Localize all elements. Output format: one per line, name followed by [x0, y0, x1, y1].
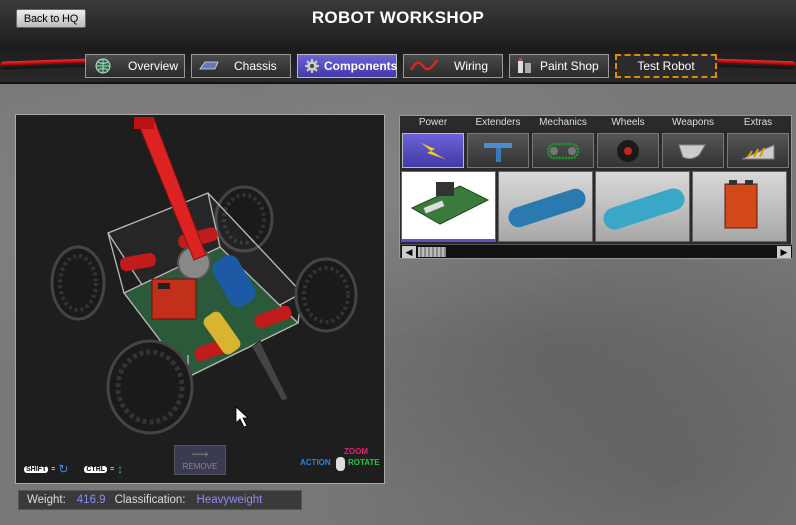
shift-key-badge: SHIFT — [24, 465, 49, 473]
wedge-icon — [727, 133, 789, 168]
parts-list — [401, 171, 792, 242]
classification-value: Heavyweight — [196, 494, 263, 506]
action-hint: ACTION — [300, 458, 331, 467]
category-weapons-label: Weapons — [671, 117, 715, 128]
scroll-thumb[interactable] — [418, 247, 446, 257]
tab-paint-shop-label: Paint Shop — [540, 59, 599, 73]
robot-stats-bar: Weight: 416.9 Classification: Heavyweigh… — [18, 490, 302, 510]
circuit-board-icon — [410, 182, 490, 225]
part-circuit-board[interactable] — [401, 171, 496, 242]
left-cable — [0, 58, 96, 70]
category-weapons[interactable]: Weapons — [661, 116, 725, 170]
ctrl-equals: = — [110, 465, 115, 473]
tab-wiring-label: Wiring — [454, 59, 489, 73]
tab-overview-label: Overview — [128, 59, 179, 73]
part-blue-air-tank[interactable] — [498, 171, 593, 242]
test-robot-label: Test Robot — [637, 59, 695, 73]
robot-3d-viewport[interactable]: ⟿ REMOVE SHIFT = ↻ CTRL = ↕ ZOOM ACTION … — [15, 114, 385, 484]
move-hint-icon: ↕ — [117, 462, 124, 476]
battery-icon — [724, 180, 758, 229]
category-power[interactable]: Power — [401, 116, 465, 170]
lightning-icon — [402, 133, 464, 168]
tab-components-label: Components — [324, 59, 398, 73]
chassis-icon — [198, 58, 220, 74]
parts-panel: Power Extenders Mechanics Wheels Weapons… — [399, 115, 792, 259]
part-co2-tank[interactable] — [595, 171, 690, 242]
category-extenders[interactable]: Extenders — [466, 116, 530, 170]
rotate-hint: ROTATE — [348, 458, 380, 467]
remove-label: REMOVE — [182, 462, 218, 471]
gear-icon — [304, 58, 320, 74]
category-wheels[interactable]: Wheels — [596, 116, 660, 170]
tab-chassis-label: Chassis — [234, 59, 277, 73]
remove-part-button[interactable]: ⟿ REMOVE — [174, 445, 226, 475]
globe-icon — [92, 58, 114, 74]
mouse-icon — [336, 457, 345, 471]
page-title: ROBOT WORKSHOP — [311, 8, 485, 27]
ctrl-key-badge: CTRL — [84, 465, 108, 473]
extender-icon — [467, 133, 529, 168]
parts-scrollbar[interactable]: ◀ ▶ — [401, 244, 792, 258]
blade-icon — [662, 133, 724, 168]
category-extras-label: Extras — [743, 117, 773, 128]
rotate-hint-icon: ↻ — [58, 462, 69, 476]
zoom-hint: ZOOM — [344, 447, 368, 456]
wheel-icon — [597, 133, 659, 168]
part-battery-box[interactable] — [692, 171, 787, 242]
tab-overview[interactable]: Overview — [85, 54, 185, 78]
tab-chassis[interactable]: Chassis — [191, 54, 291, 78]
mouse-hints: ZOOM ACTION ROTATE — [300, 445, 384, 477]
right-cable — [714, 58, 796, 70]
shift-equals: = — [51, 465, 56, 473]
weight-label: Weight: — [27, 494, 66, 506]
weight-value: 416.9 — [76, 494, 106, 506]
test-robot-button[interactable]: Test Robot — [615, 54, 717, 78]
chain-icon — [532, 133, 594, 168]
tab-components[interactable]: Components — [297, 54, 397, 78]
wheel-front-right — [294, 257, 358, 333]
tab-paint-shop[interactable]: Paint Shop — [509, 54, 609, 78]
co2-tank-icon — [603, 188, 685, 230]
category-extenders-label: Extenders — [475, 117, 521, 128]
paint-icon — [516, 58, 534, 74]
scroll-right-arrow-icon[interactable]: ▶ — [777, 246, 791, 258]
category-wheels-label: Wheels — [611, 117, 645, 128]
classification-label: Classification: — [114, 494, 186, 506]
scroll-left-arrow-icon[interactable]: ◀ — [402, 246, 416, 258]
wire-icon — [409, 58, 440, 74]
top-bar: Back to HQ ROBOT WORKSHOP Overview Chass… — [0, 0, 796, 84]
wheel-front-left — [106, 339, 194, 435]
category-mechanics-label: Mechanics — [539, 117, 587, 128]
remove-icon: ⟿ — [191, 447, 209, 461]
category-power-label: Power — [418, 117, 448, 128]
tab-wiring[interactable]: Wiring — [403, 54, 503, 78]
blue-tank-icon — [508, 188, 586, 228]
category-mechanics[interactable]: Mechanics — [531, 116, 595, 170]
robot-model[interactable] — [16, 115, 386, 485]
wheel-back-left — [50, 245, 106, 321]
category-extras[interactable]: Extras — [726, 116, 790, 170]
key-hints: SHIFT = ↻ CTRL = ↕ — [24, 462, 123, 476]
mouse-cursor — [235, 406, 250, 428]
